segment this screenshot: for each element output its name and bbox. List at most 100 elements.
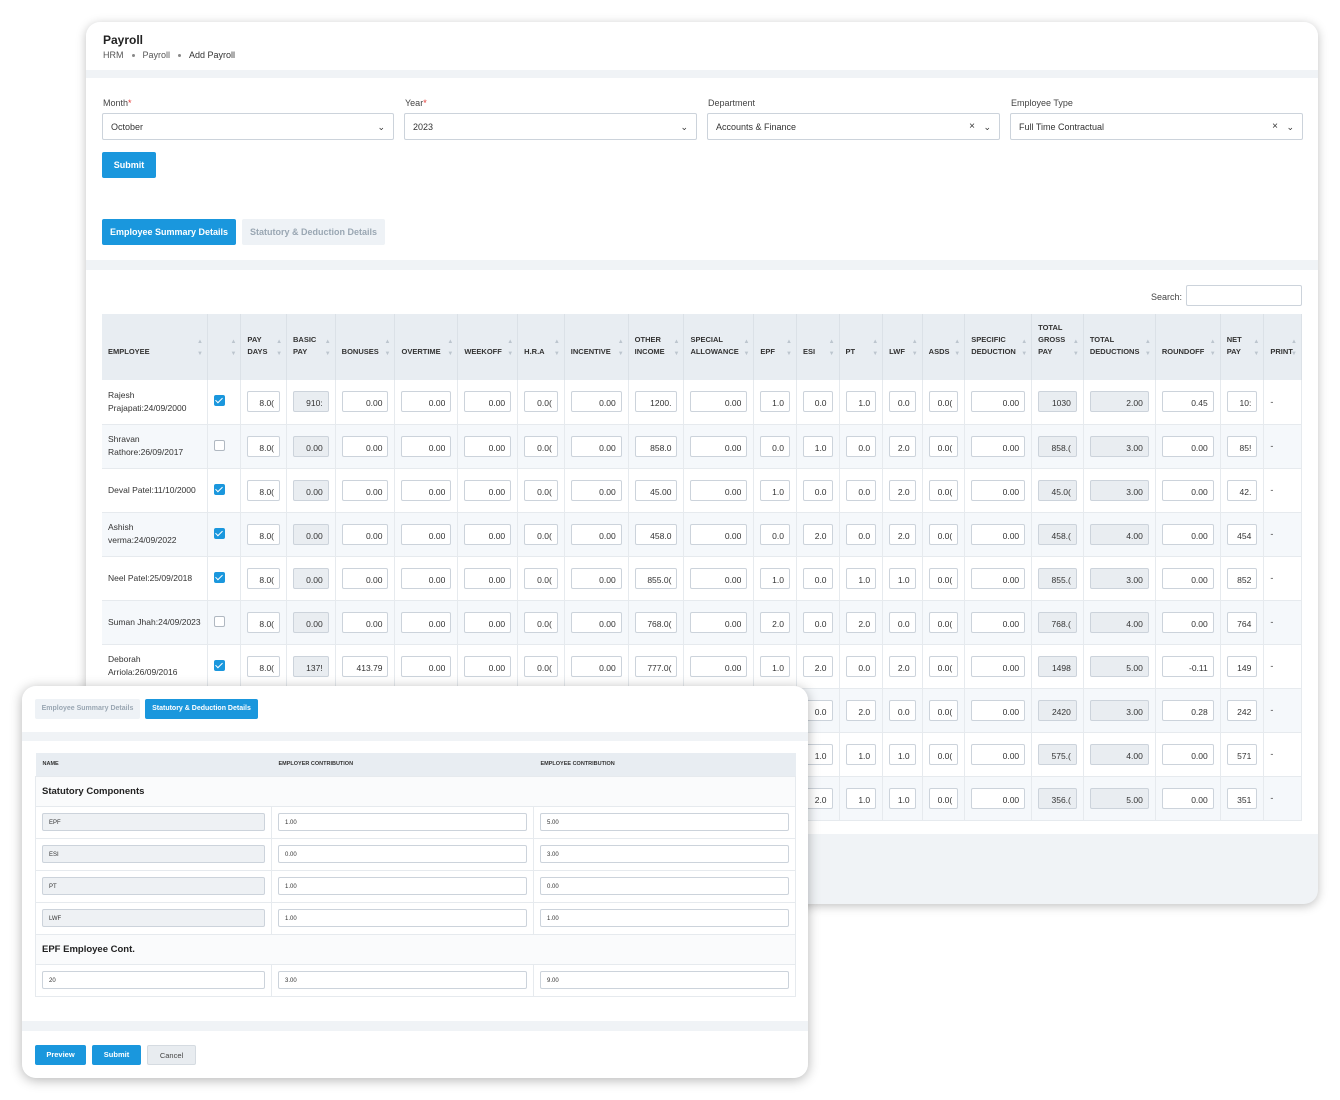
employee-field[interactable]: 5.00: [540, 813, 789, 831]
cell-input[interactable]: 0.0(: [524, 479, 558, 501]
department-select[interactable]: Accounts & Finance × ⌄: [707, 113, 1000, 140]
cell-input[interactable]: 1.0: [760, 567, 790, 589]
employer-field[interactable]: 0.00: [278, 845, 527, 863]
cell-input[interactable]: 2.0: [760, 611, 790, 633]
employer-field[interactable]: 3.00: [278, 971, 527, 989]
cell-input[interactable]: 1.0: [760, 479, 790, 501]
cell-input[interactable]: 0.00: [401, 479, 452, 501]
cell-input[interactable]: 0.00: [401, 611, 452, 633]
cell-input[interactable]: 0.00: [401, 523, 452, 545]
print-value[interactable]: -: [1270, 441, 1273, 451]
cell-input[interactable]: 0.00: [341, 523, 389, 545]
column-header[interactable]: BONUSES ▲ ▼: [335, 314, 396, 380]
cell-input[interactable]: 768.0(: [634, 611, 678, 633]
cell-input[interactable]: 0.00: [1161, 611, 1214, 633]
cell-input[interactable]: 85!: [1226, 435, 1258, 457]
cell-input[interactable]: 0.0(: [928, 435, 959, 457]
employer-field[interactable]: 1.00: [278, 909, 527, 927]
cell-input[interactable]: 0.00: [971, 523, 1026, 545]
cell-input[interactable]: 0.00: [401, 655, 452, 677]
cell-input[interactable]: 0.00: [401, 435, 452, 457]
column-header[interactable]: EPF ▲ ▼: [753, 314, 797, 380]
cell-input[interactable]: 1.0: [760, 655, 790, 677]
cell-input[interactable]: 2.0: [889, 479, 916, 501]
name-field[interactable]: EPF: [42, 813, 265, 831]
cell-input[interactable]: 2.0: [845, 699, 877, 721]
cell-input[interactable]: 0.00: [341, 435, 389, 457]
cell-input[interactable]: 0.00: [1161, 523, 1214, 545]
cell-input[interactable]: 149: [1226, 655, 1258, 677]
row-checkbox[interactable]: [213, 439, 225, 451]
column-header[interactable]: PAY DAYS ▲ ▼: [240, 314, 288, 380]
cell-input[interactable]: 2.0: [889, 435, 916, 457]
cell-input[interactable]: 571: [1226, 743, 1258, 765]
cell-input[interactable]: 0.00: [401, 567, 452, 589]
cell-input[interactable]: 0.28: [1161, 699, 1214, 721]
cell-input[interactable]: 1200.: [634, 391, 678, 413]
cell-input[interactable]: 0.0(: [928, 787, 959, 809]
cell-input[interactable]: 0.0(: [524, 611, 558, 633]
cell-input[interactable]: 0.00: [570, 655, 622, 677]
cell-input[interactable]: 1.0: [845, 787, 877, 809]
popup-tab-statutory-deduction[interactable]: Statutory & Deduction Details: [145, 699, 258, 719]
cell-input[interactable]: 8.0(: [247, 523, 281, 545]
print-value[interactable]: -: [1270, 485, 1273, 495]
cell-input[interactable]: 0.0: [802, 479, 833, 501]
cell-input[interactable]: 0.0: [889, 699, 916, 721]
row-checkbox[interactable]: [213, 395, 225, 407]
cell-input[interactable]: 8.0(: [247, 611, 281, 633]
cell-input[interactable]: 0.0: [845, 655, 877, 677]
cell-input[interactable]: 0.0: [845, 435, 877, 457]
cell-input[interactable]: 242: [1226, 699, 1258, 721]
cell-input[interactable]: 0.00: [464, 611, 512, 633]
breadcrumb-payroll[interactable]: Payroll: [143, 50, 171, 60]
popup-tab-employee-summary[interactable]: Employee Summary Details: [35, 699, 140, 719]
cell-input[interactable]: 0.0: [802, 611, 833, 633]
cell-input[interactable]: 0.00: [690, 435, 748, 457]
column-header[interactable]: ESI ▲ ▼: [796, 314, 840, 380]
cell-input[interactable]: 0.0(: [928, 743, 959, 765]
cell-input[interactable]: 0.0(: [524, 391, 558, 413]
print-value[interactable]: -: [1270, 573, 1273, 583]
cell-input[interactable]: 0.00: [341, 479, 389, 501]
cell-input[interactable]: 0.00: [971, 391, 1026, 413]
cell-input[interactable]: 852: [1226, 567, 1258, 589]
cell-input[interactable]: 0.00: [690, 567, 748, 589]
submit-button[interactable]: Submit: [92, 1045, 141, 1065]
print-value[interactable]: -: [1270, 529, 1273, 539]
cell-input[interactable]: 0.0: [760, 523, 790, 545]
column-header[interactable]: TOTAL GROSS PAY ▲ ▼: [1031, 314, 1084, 380]
cell-input[interactable]: 0.0: [845, 479, 877, 501]
cell-input[interactable]: 2.0: [889, 523, 916, 545]
employee-field[interactable]: 3.00: [540, 845, 789, 863]
cell-input[interactable]: 10:: [1226, 391, 1258, 413]
cell-input[interactable]: 45.00: [634, 479, 678, 501]
cell-input[interactable]: 0.00: [464, 391, 512, 413]
cell-input[interactable]: 0.00: [464, 435, 512, 457]
column-header[interactable]: INCENTIVE ▲ ▼: [564, 314, 629, 380]
column-header[interactable]: SPECIAL ALLOWANCE ▲ ▼: [683, 314, 755, 380]
cell-input[interactable]: 0.00: [971, 743, 1026, 765]
column-header[interactable]: OTHER INCOME ▲ ▼: [628, 314, 685, 380]
cell-input[interactable]: 1.0: [845, 391, 877, 413]
column-header[interactable]: PT ▲ ▼: [839, 314, 884, 380]
cell-input[interactable]: 0.00: [341, 611, 389, 633]
cell-input[interactable]: 2.0: [802, 655, 833, 677]
print-value[interactable]: -: [1270, 793, 1273, 803]
row-checkbox[interactable]: [213, 615, 225, 627]
cell-input[interactable]: 0.00: [971, 435, 1026, 457]
cell-input[interactable]: 1.0: [889, 567, 916, 589]
column-header[interactable]: SPECIFIC DEDUCTION ▲ ▼: [964, 314, 1033, 380]
row-checkbox[interactable]: [213, 571, 225, 583]
column-header[interactable]: ▲ ▼: [207, 314, 242, 380]
column-header[interactable]: NET PAY ▲ ▼: [1220, 314, 1265, 380]
cell-input[interactable]: 0.00: [570, 567, 622, 589]
cell-input[interactable]: 0.00: [971, 699, 1026, 721]
row-checkbox[interactable]: [213, 483, 225, 495]
cell-input[interactable]: 0.00: [1161, 435, 1214, 457]
cell-input[interactable]: 0.0: [889, 611, 916, 633]
preview-button[interactable]: Preview: [35, 1045, 86, 1065]
column-header[interactable]: H.R.A ▲ ▼: [517, 314, 565, 380]
cell-input[interactable]: 0.00: [971, 479, 1026, 501]
cell-input[interactable]: 2.0: [845, 611, 877, 633]
